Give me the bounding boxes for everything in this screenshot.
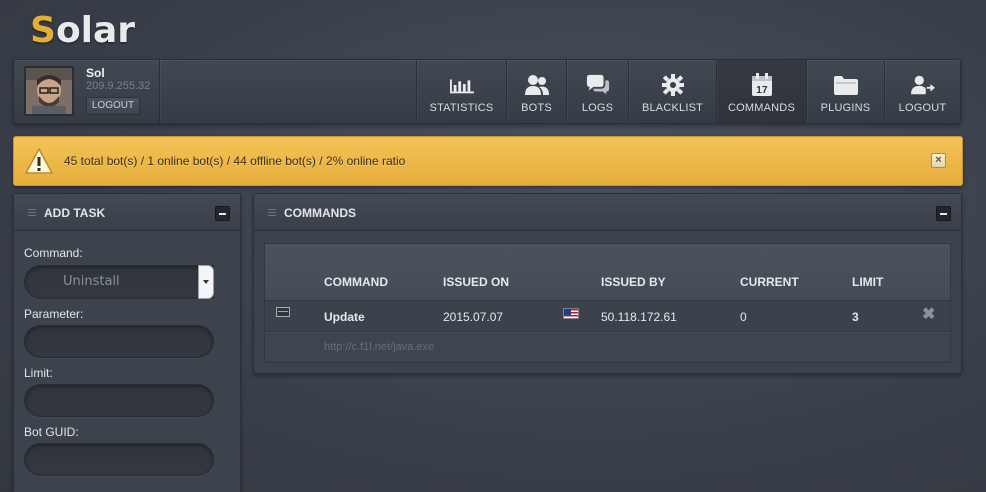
chat-bubbles-icon [586, 73, 610, 97]
nav-bots[interactable]: BOTS [506, 60, 566, 123]
table-row[interactable]: Update 2015.07.07 50.118.172.61 0 3 ✖ [265, 301, 950, 332]
delete-row-icon[interactable]: ✖ [922, 304, 935, 324]
user-box: Sol 209.9.255.32 LOGOUT [14, 60, 160, 123]
stats-alert: 45 total bot(s) / 1 online bot(s) / 44 o… [13, 136, 963, 186]
nav-label: STATISTICS [429, 102, 494, 114]
minimize-button[interactable] [215, 206, 230, 221]
table-header: COMMAND ISSUED ON ISSUED BY CURRENT LIMI… [265, 244, 950, 301]
user-logout-button[interactable]: LOGOUT [86, 97, 140, 115]
terminal-icon [276, 307, 290, 317]
users-icon [524, 73, 549, 97]
nav-label: BOTS [521, 102, 552, 114]
column-header[interactable]: ISSUED ON [443, 275, 509, 289]
cell-limit: 3 [852, 310, 859, 324]
nav-logout[interactable]: LOGOUT [884, 60, 960, 123]
bar-chart-icon [449, 73, 474, 97]
alert-close-button[interactable]: × [931, 153, 946, 168]
commands-panel: COMMANDS COMMAND ISSUED ON ISSUED BY CUR… [253, 193, 962, 374]
us-flag-icon [563, 308, 579, 319]
drag-grip-icon[interactable] [28, 209, 36, 216]
minimize-button[interactable] [936, 206, 951, 221]
cell-command: Update [324, 310, 365, 324]
panel-title: COMMANDS [284, 206, 356, 220]
column-header[interactable]: ISSUED BY [601, 275, 666, 289]
panel-header: COMMANDS [254, 194, 961, 231]
parameter-input[interactable] [24, 325, 214, 358]
avatar [24, 66, 74, 116]
gear-icon [661, 73, 685, 97]
folder-icon [833, 73, 858, 97]
drag-grip-icon[interactable] [268, 209, 276, 216]
commands-table: COMMAND ISSUED ON ISSUED BY CURRENT LIMI… [264, 243, 951, 363]
table-row-detail: http://c.f1l.net/java.exe [265, 333, 950, 362]
panel-title: ADD TASK [44, 206, 106, 220]
bot-guid-input[interactable] [24, 443, 214, 476]
header-bar: Sol 209.9.255.32 LOGOUT STATISTICS BOTS … [13, 59, 961, 124]
column-header[interactable]: CURRENT [740, 275, 799, 289]
app-logo: Solar [30, 10, 136, 51]
add-task-panel: ADD TASK Command: Uninstall Parameter: L… [13, 193, 241, 492]
column-header[interactable]: LIMIT [852, 275, 883, 289]
panel-header: ADD TASK [14, 194, 240, 231]
nav-label: PLUGINS [820, 102, 871, 114]
guid-label: Bot GUID: [24, 425, 79, 439]
cell-parameter: http://c.f1l.net/java.exe [324, 341, 435, 353]
nav-label: LOGOUT [898, 102, 947, 114]
user-logout-icon [910, 73, 935, 97]
nav-statistics[interactable]: STATISTICS [416, 60, 506, 123]
user-ip: 209.9.255.32 [86, 80, 151, 92]
warning-icon [25, 148, 53, 174]
limit-input[interactable] [24, 384, 214, 417]
nav-label: BLACKLIST [641, 102, 704, 114]
cell-current: 0 [740, 310, 747, 324]
column-header[interactable]: COMMAND [324, 275, 388, 289]
nav-commands[interactable]: 17 COMMANDS [716, 60, 806, 123]
main-nav: STATISTICS BOTS LOGS BLACKLIST 17 COMMAN… [416, 60, 960, 123]
nav-blacklist[interactable]: BLACKLIST [628, 60, 716, 123]
cell-issued-by: 50.118.172.61 [601, 310, 677, 324]
cell-issued-on: 2015.07.07 [443, 310, 504, 324]
limit-label: Limit: [24, 366, 53, 380]
calendar-icon: 17 [750, 73, 774, 97]
nav-logs[interactable]: LOGS [566, 60, 628, 123]
avatar-image [26, 68, 72, 114]
nav-label: LOGS [581, 102, 614, 114]
user-name: Sol [86, 66, 105, 80]
calendar-icon-text: 17 [756, 85, 768, 96]
chevron-down-icon[interactable] [198, 265, 214, 299]
nav-label: COMMANDS [728, 102, 795, 114]
parameter-label: Parameter: [24, 307, 84, 321]
command-label: Command: [24, 246, 83, 260]
alert-text: 45 total bot(s) / 1 online bot(s) / 44 o… [64, 154, 406, 168]
command-select[interactable]: Uninstall [24, 265, 214, 299]
nav-plugins[interactable]: PLUGINS [806, 60, 884, 123]
